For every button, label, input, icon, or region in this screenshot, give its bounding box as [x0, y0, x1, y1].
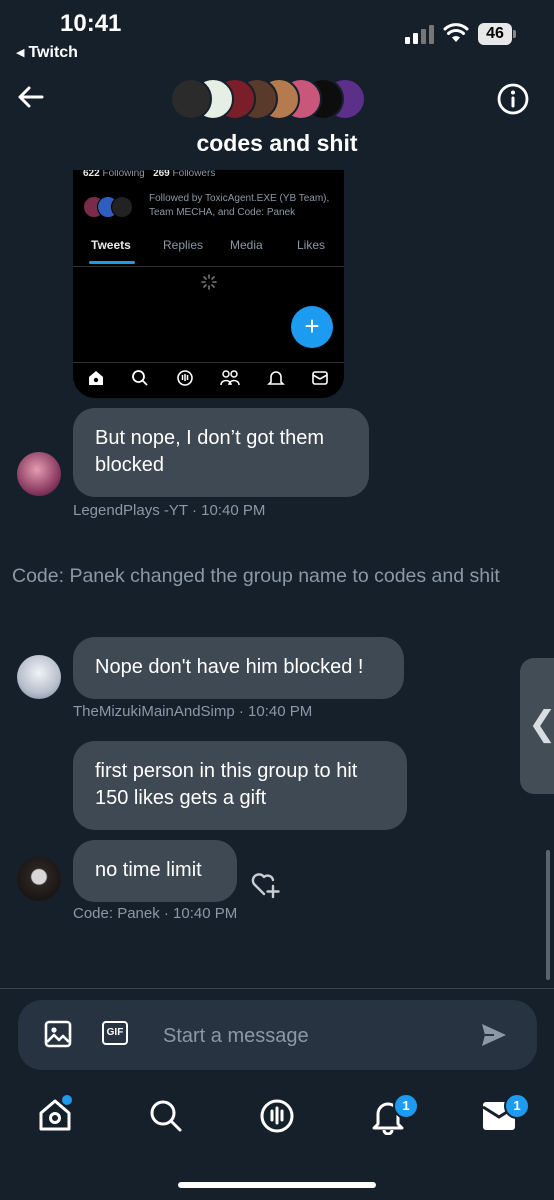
wifi-icon [443, 23, 469, 42]
following-label: Following [102, 170, 145, 179]
chevron-left-icon: ❮ [528, 705, 554, 743]
back-triangle-icon: ◀ [16, 47, 25, 59]
home-indicator [178, 1182, 376, 1188]
scrollbar[interactable] [546, 850, 550, 980]
active-tab-underline [89, 261, 135, 264]
message-bubble[interactable]: But nope, I don’t got them blocked [73, 408, 369, 497]
spaces-icon[interactable] [259, 1098, 295, 1134]
message-composer: GIF [18, 1000, 537, 1070]
spaces-icon [177, 370, 193, 386]
home-notification-dot [62, 1095, 72, 1105]
group-title: codes and shit [196, 130, 358, 156]
avatar[interactable] [17, 452, 61, 496]
cellular-signal-icon [405, 25, 434, 44]
tab-media: Media [230, 238, 263, 252]
back-to-app-link[interactable]: ◀ Twitch [16, 44, 78, 62]
composer-divider [0, 988, 554, 989]
tab-replies: Replies [163, 238, 204, 252]
messages-badge: 1 [504, 1093, 530, 1119]
compose-fab: + [291, 306, 333, 348]
message-bubble[interactable]: first person in this group to hit 150 li… [73, 741, 407, 830]
add-reaction-icon[interactable] [249, 870, 281, 900]
followed-by-avatars [83, 196, 143, 220]
message-meta: LegendPlays -YT · 10:40 PM [73, 502, 266, 519]
group-avatar-stack[interactable] [170, 78, 390, 120]
status-bar: 10:41 ◀ Twitch 46 [0, 0, 554, 70]
message-meta: TheMizukiMainAndSimp · 10:40 PM [73, 703, 313, 720]
message-meta: Code: Panek · 10:40 PM [73, 905, 238, 922]
search-icon[interactable] [149, 1099, 183, 1133]
battery-tip [513, 30, 516, 38]
side-panel-tab[interactable]: ❮ [520, 658, 554, 794]
info-icon[interactable] [496, 82, 530, 116]
messages-icon [312, 371, 328, 385]
embedded-nav-bar [73, 362, 344, 398]
avatar[interactable] [17, 857, 61, 901]
back-arrow-icon[interactable] [14, 80, 48, 114]
battery-indicator: 46 [478, 23, 512, 45]
status-time: 10:41 [60, 10, 122, 37]
followers-label: Followers [172, 170, 216, 179]
notifications-icon [267, 371, 285, 385]
tab-likes: Likes [297, 238, 326, 252]
message-input[interactable] [161, 1018, 465, 1054]
send-icon[interactable] [480, 1022, 508, 1048]
loading-spinner-icon [201, 274, 217, 290]
followers-count: 269 [153, 170, 170, 179]
followed-by-text: Followed by ToxicAgent.EXE (YB Team), Te… [149, 193, 330, 218]
notifications-badge: 1 [393, 1093, 419, 1119]
search-icon [132, 370, 148, 386]
shared-screenshot-image[interactable]: 622 Following 269 Followers Followed by … [73, 170, 344, 398]
following-count: 622 [83, 170, 100, 179]
message-bubble[interactable]: no time limit [73, 840, 237, 902]
group-member-avatar [170, 78, 212, 120]
avatar[interactable] [17, 655, 61, 699]
message-bubble[interactable]: Nope don't have him blocked ! [73, 637, 404, 699]
back-app-label: Twitch [28, 44, 78, 61]
gif-icon[interactable]: GIF [102, 1021, 128, 1045]
communities-icon [220, 370, 240, 386]
profile-stats: 622 Following 269 Followers [83, 170, 215, 179]
image-icon[interactable] [44, 1020, 72, 1048]
home-icon [89, 371, 103, 385]
tab-tweets: Tweets [91, 238, 131, 252]
system-message: Code: Panek changed the group name to co… [12, 565, 500, 587]
